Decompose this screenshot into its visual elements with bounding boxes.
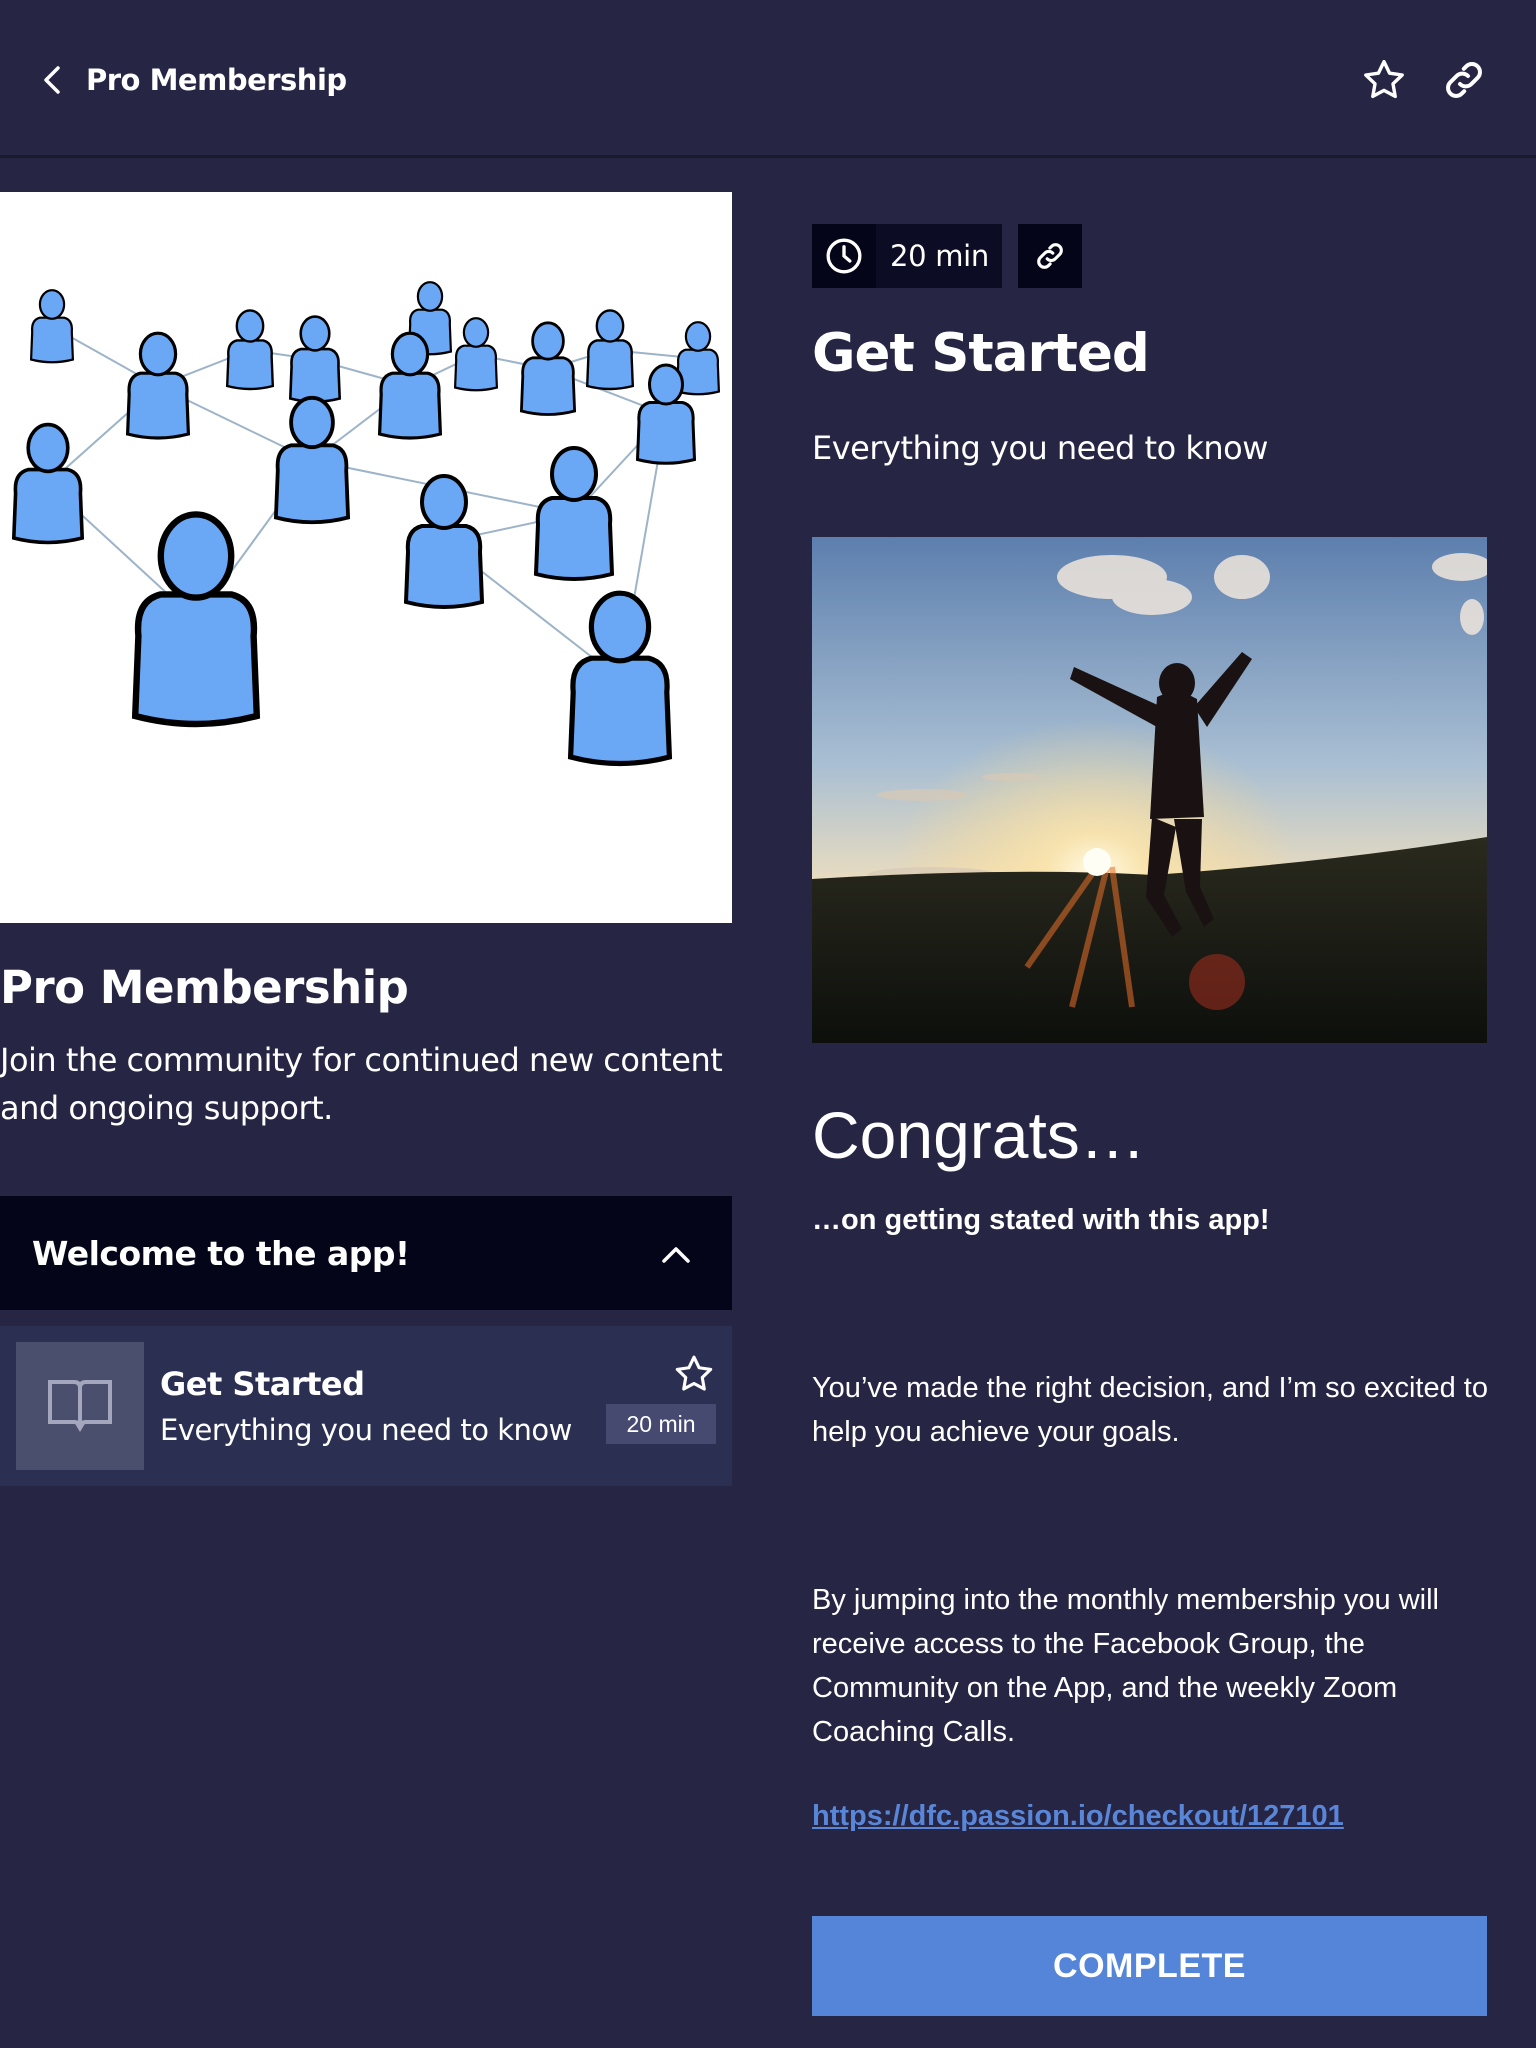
duration-text: 20 min (876, 224, 1002, 288)
header-title: Pro Membership (86, 63, 347, 97)
course-description: Join the community for continued new con… (0, 1041, 723, 1127)
star-outline-icon (675, 1355, 713, 1391)
content-heading: Congrats… (812, 1098, 1146, 1172)
lesson-image (812, 537, 1487, 1043)
lesson-thumbnail (16, 1342, 144, 1470)
lesson-duration-badge: 20 min (606, 1404, 716, 1444)
clock-icon (826, 238, 862, 274)
complete-button[interactable]: COMPLETE (812, 1916, 1487, 2016)
top-app-bar: Pro Membership (0, 0, 1536, 158)
person-figure (453, 317, 499, 392)
section-title: Welcome to the app! (32, 1234, 410, 1273)
lesson-title: Get Started (812, 323, 1150, 384)
lesson-list-item[interactable]: Get Started Everything you need to know … (0, 1326, 732, 1486)
content-paragraph: You’ve made the right decision, and I’m … (812, 1372, 1488, 1448)
star-outline-icon (1364, 59, 1404, 99)
person-figure (11, 422, 85, 545)
course-hero-image (0, 192, 732, 923)
person-figure (125, 331, 191, 440)
back-button[interactable] (36, 60, 72, 100)
person-figure (403, 474, 485, 609)
person-figure (225, 309, 275, 391)
person-figure (131, 511, 261, 728)
book-icon (48, 1380, 112, 1432)
sunset-jump-photo (812, 537, 1487, 1043)
person-figure (533, 446, 615, 581)
section-accordion-header[interactable]: Welcome to the app! (0, 1196, 732, 1310)
link-icon (1446, 62, 1482, 98)
course-title: Pro Membership (0, 961, 409, 1014)
network-illustration (11, 281, 721, 767)
person-figure (519, 321, 577, 416)
person-figure (29, 289, 75, 364)
lesson-subtitle: Everything you need to know (812, 429, 1268, 467)
person-figure (288, 315, 342, 404)
lesson-item-title: Get Started (160, 1365, 365, 1403)
copy-link-button[interactable] (1440, 56, 1488, 104)
duration-badge: 20 min (812, 224, 1002, 288)
chevron-left-icon (44, 66, 60, 94)
person-figure (585, 309, 635, 391)
person-figure (567, 590, 673, 767)
person-figure (273, 395, 351, 525)
content-subheading: …on getting stated with this app! (812, 1204, 1270, 1236)
favorite-button[interactable] (1360, 56, 1408, 104)
lesson-favorite-button[interactable] (672, 1352, 716, 1396)
lesson-link-button[interactable] (1018, 224, 1082, 288)
link-icon (1037, 243, 1063, 269)
lesson-item-subtitle: Everything you need to know (160, 1413, 572, 1447)
chevron-up-icon (662, 1247, 690, 1263)
content-paragraph: By jumping into the monthly membership y… (812, 1584, 1439, 1748)
checkout-link[interactable]: https://dfc.passion.io/checkout/127101 (812, 1796, 1344, 1836)
